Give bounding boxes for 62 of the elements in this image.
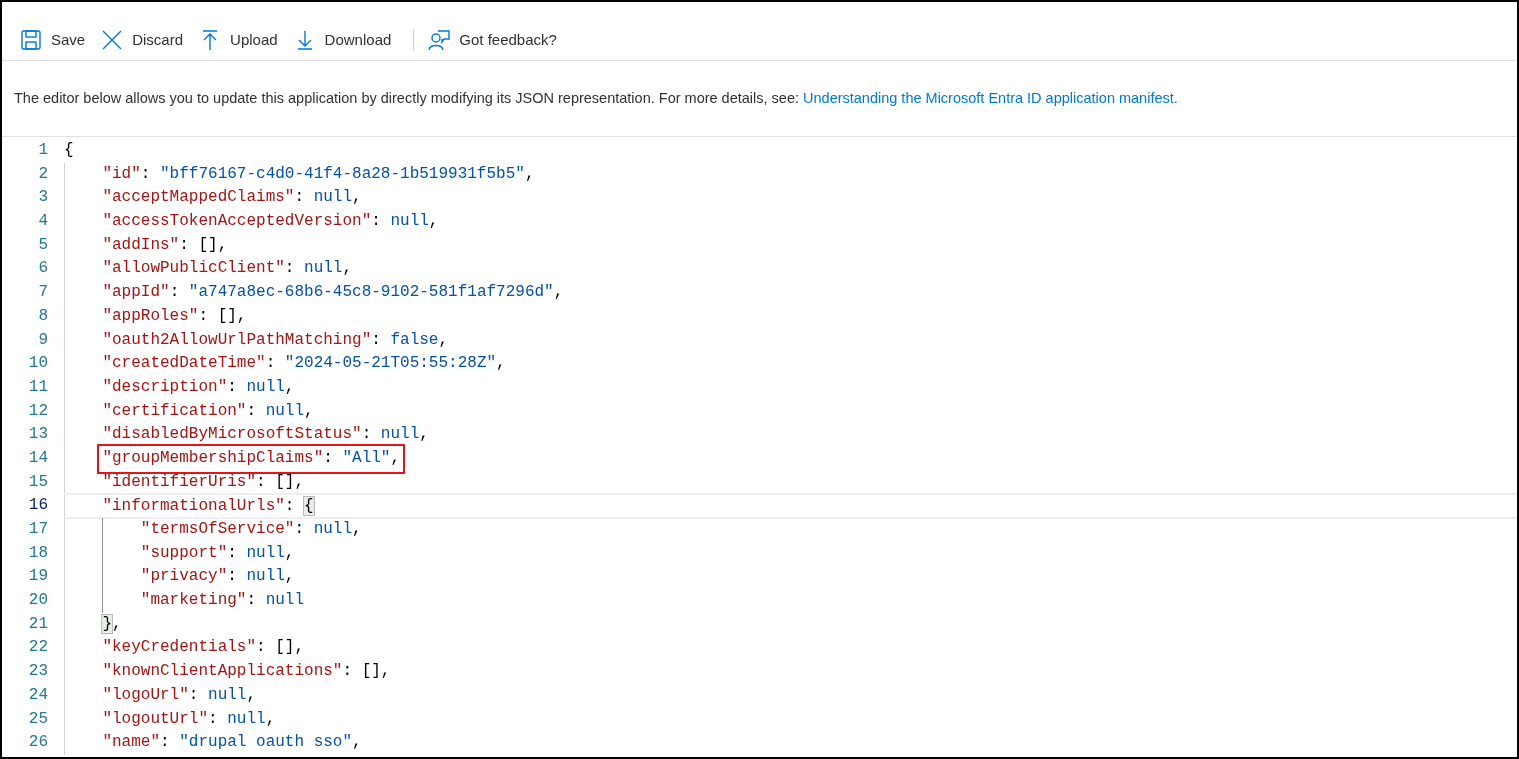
line-number: 16 [27, 495, 48, 517]
line-number: 3 [37, 187, 48, 209]
line-number: 19 [27, 566, 48, 588]
manifest-link[interactable]: Understanding the Microsoft Entra ID application manifest. [803, 89, 1178, 106]
line-number: 5 [37, 234, 48, 256]
code-line: "identifierUris": [], [102, 471, 305, 493]
code-line: "knownClientApplications": [], [102, 661, 391, 683]
code-line: "allowPublicClient": null, [102, 258, 353, 280]
line-number: 23 [27, 661, 48, 683]
line-number: 22 [27, 637, 48, 659]
code-line: "logoutUrl": null, [102, 708, 276, 730]
line-number: 25 [27, 708, 48, 730]
info-text: The editor below allows you to update this application by directly modifying its JSON representation. For more details, see: Understanding the Microsoft Entra ID application manifest. [14, 88, 1178, 108]
line-number: 21 [27, 613, 48, 635]
feedback-icon [428, 29, 451, 51]
line-number: 2 [37, 163, 48, 185]
line-number: 17 [27, 519, 48, 540]
line-number: 9 [37, 329, 48, 351]
code-line: "disabledByMicrosoftStatus": null, [102, 424, 429, 446]
code-line: "termsOfService": null, [140, 519, 362, 540]
save-icon [20, 29, 42, 51]
code-line: "name": "drupal oauth sso", [102, 732, 362, 754]
code-line: "description": null, [102, 376, 295, 398]
line-number: 12 [27, 400, 48, 422]
code-line: "appId": "a747a8ec-68b6-45c8-9102-581f1af7296d", [102, 282, 564, 304]
code-line: { [64, 140, 74, 161]
code-line: "addIns": [], [102, 234, 228, 256]
line-number: 4 [37, 211, 48, 233]
line-number: 8 [37, 305, 48, 327]
line-number: 20 [27, 590, 48, 612]
close-icon [101, 29, 124, 51]
discard-button[interactable]: Discard [97, 24, 188, 56]
download-button[interactable]: Download [289, 24, 396, 56]
line-number: 13 [27, 424, 48, 446]
code-line: "appRoles": [], [102, 305, 247, 327]
code-line: "informationalUrls": { [102, 496, 314, 517]
save-button[interactable]: Save [16, 24, 90, 56]
code-line: "groupMembershipClaims": "All", [100, 446, 403, 471]
code-line: "certification": null, [102, 400, 314, 422]
line-number: 6 [37, 258, 48, 280]
code-line: "oauth2AllowUrlPathMatching": false, [102, 329, 449, 351]
code-line: "marketing": null [140, 590, 305, 612]
feedback-button[interactable]: Got feedback? [424, 24, 561, 56]
upload-button[interactable]: Upload [195, 24, 282, 56]
code-line: "id": "bff76167-c4d0-41f4-8a28-1b519931f5b5", [102, 163, 535, 185]
line-number: 7 [37, 282, 48, 304]
code-line: "acceptMappedClaims": null, [102, 187, 362, 209]
line-number: 24 [27, 684, 48, 706]
code-line: "logoUrl": null, [102, 684, 257, 706]
code-line: "keyCredentials": [], [102, 637, 305, 659]
line-number: 11 [27, 376, 48, 398]
line-number: 26 [27, 732, 48, 754]
code-line: "accessTokenAcceptedVersion": null, [102, 211, 439, 233]
code-line: "createdDateTime": "2024-05-21T05:55:28Z", [102, 353, 506, 375]
code-line: }, [102, 613, 122, 635]
line-number: 15 [27, 471, 48, 493]
line-number: 14 [27, 447, 48, 469]
line-number: 10 [27, 353, 48, 375]
line-number: 18 [27, 542, 48, 564]
line-number: 1 [37, 140, 48, 161]
code-line: "support": null, [140, 542, 295, 564]
code-line: "privacy": null, [140, 566, 295, 588]
